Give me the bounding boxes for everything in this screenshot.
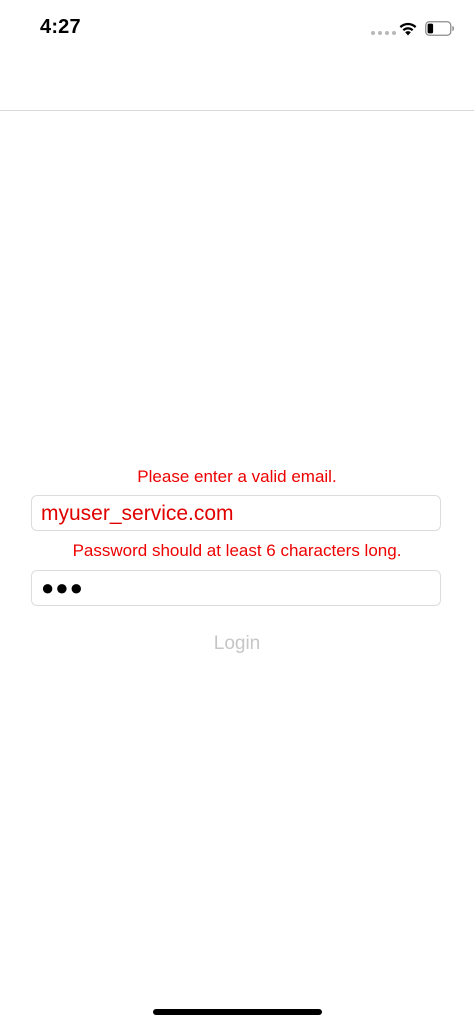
password-field[interactable]: ●●● <box>31 570 441 606</box>
login-screen: 4:27 Please enter a valid email. myuser_… <box>0 0 474 1026</box>
battery-icon <box>425 21 454 36</box>
home-indicator[interactable] <box>153 1009 322 1015</box>
status-bar: 4:27 <box>0 0 474 56</box>
password-field-value: ●●● <box>41 575 84 600</box>
status-time: 4:27 <box>40 16 81 38</box>
login-button[interactable]: Login <box>187 628 287 660</box>
password-error-message: Password should at least 6 characters lo… <box>72 541 402 560</box>
email-field[interactable]: myuser_service.com <box>31 495 441 531</box>
email-error-message: Please enter a valid email. <box>137 467 337 486</box>
cellular-signal-icon <box>371 31 396 35</box>
wifi-icon <box>399 22 417 36</box>
navigation-bar <box>0 56 474 111</box>
email-field-value: myuser_service.com <box>41 502 234 525</box>
